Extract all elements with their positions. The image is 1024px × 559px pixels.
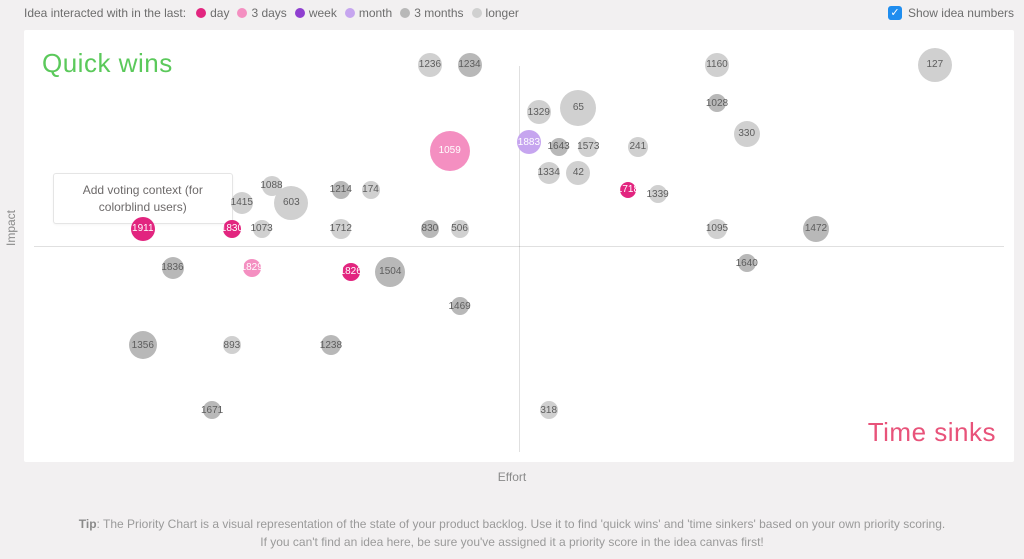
vertical-divider <box>519 66 520 452</box>
legend-item[interactable]: 3 months <box>400 6 463 20</box>
tip-line-1: : The Priority Chart is a visual represe… <box>97 517 946 531</box>
priority-chart[interactable]: Quick wins Time sinks Add voting context… <box>24 30 1014 462</box>
show-idea-numbers-label: Show idea numbers <box>908 6 1014 20</box>
idea-bubble[interactable]: 1339 <box>649 185 667 203</box>
idea-bubble[interactable]: 506 <box>451 220 469 238</box>
idea-bubble[interactable]: 1671 <box>203 401 221 419</box>
idea-bubble[interactable]: 1356 <box>129 331 157 359</box>
idea-bubble[interactable]: 1028 <box>708 94 726 112</box>
idea-bubble[interactable]: 1214 <box>332 181 350 199</box>
legend-intro: Idea interacted with in the last: <box>24 6 186 20</box>
quadrant-time-sinks: Time sinks <box>868 417 996 448</box>
idea-bubble[interactable]: 1329 <box>527 100 551 124</box>
quadrant-quick-wins: Quick wins <box>42 48 173 79</box>
idea-bubble[interactable]: 1073 <box>253 220 271 238</box>
legend-label: day <box>210 6 229 20</box>
idea-bubble[interactable]: 1830 <box>223 220 241 238</box>
idea-bubble[interactable]: 318 <box>540 401 558 419</box>
idea-bubble[interactable]: 1415 <box>231 192 253 214</box>
idea-bubble[interactable]: 1643 <box>550 138 568 156</box>
idea-bubble[interactable]: 1334 <box>538 162 560 184</box>
tip-line-2: If you can't find an idea here, be sure … <box>260 535 764 549</box>
idea-bubble[interactable]: 830 <box>421 220 439 238</box>
idea-bubble[interactable]: 1911 <box>131 217 155 241</box>
y-axis-label: Impact <box>4 210 18 246</box>
idea-bubble[interactable]: 1095 <box>707 219 727 239</box>
show-idea-numbers-toggle[interactable]: ✓ Show idea numbers <box>888 6 1014 20</box>
idea-bubble[interactable]: 1826 <box>342 263 360 281</box>
idea-bubble[interactable]: 1836 <box>162 257 184 279</box>
idea-bubble[interactable]: 603 <box>274 186 308 220</box>
x-axis-label: Effort <box>0 470 1024 484</box>
idea-bubble[interactable]: 1829 <box>243 259 261 277</box>
legend-dot-icon <box>400 8 410 18</box>
idea-bubble[interactable]: 174 <box>362 181 380 199</box>
idea-bubble[interactable]: 1160 <box>705 53 729 77</box>
legend-label: 3 days <box>251 6 286 20</box>
legend-label: week <box>309 6 337 20</box>
legend-item[interactable]: day <box>196 6 229 20</box>
idea-bubble[interactable]: 1472 <box>803 216 829 242</box>
idea-bubble[interactable]: 893 <box>223 336 241 354</box>
legend-dot-icon <box>237 8 247 18</box>
idea-bubble[interactable]: 1712 <box>331 219 351 239</box>
top-bar: Idea interacted with in the last: day 3 d… <box>0 0 1024 26</box>
legend-item[interactable]: 3 days <box>237 6 286 20</box>
tip-label: Tip <box>79 517 97 531</box>
legend-item[interactable]: week <box>295 6 337 20</box>
legend-label: longer <box>486 6 519 20</box>
legend-dot-icon <box>345 8 355 18</box>
idea-bubble[interactable]: 330 <box>734 121 760 147</box>
legend-item[interactable]: month <box>345 6 392 20</box>
idea-bubble[interactable]: 1059 <box>430 131 470 171</box>
legend-dot-icon <box>295 8 305 18</box>
idea-bubble[interactable]: 65 <box>560 90 596 126</box>
priority-chart-root: Idea interacted with in the last: day 3 d… <box>0 0 1024 559</box>
legend-label: 3 months <box>414 6 463 20</box>
idea-bubble[interactable]: 1236 <box>418 53 442 77</box>
idea-bubble[interactable]: 42 <box>566 161 590 185</box>
legend: Idea interacted with in the last: day 3 d… <box>24 6 527 20</box>
legend-label: month <box>359 6 392 20</box>
idea-bubble[interactable]: 1238 <box>321 335 341 355</box>
idea-bubble[interactable]: 1718 <box>620 182 636 198</box>
tip-text: Tip: The Priority Chart is a visual repr… <box>0 515 1024 551</box>
idea-bubble[interactable]: 1234 <box>458 53 482 77</box>
legend-item[interactable]: longer <box>472 6 519 20</box>
legend-dot-icon <box>196 8 206 18</box>
idea-bubble[interactable]: 1573 <box>578 137 598 157</box>
legend-dot-icon <box>472 8 482 18</box>
idea-bubble[interactable]: 241 <box>628 137 648 157</box>
idea-bubble[interactable]: 1640 <box>738 254 756 272</box>
idea-bubble[interactable]: 1883 <box>517 130 541 154</box>
idea-bubble[interactable]: 127 <box>918 48 952 82</box>
idea-bubble[interactable]: 1504 <box>375 257 405 287</box>
checkbox-icon[interactable]: ✓ <box>888 6 902 20</box>
idea-bubble[interactable]: 1469 <box>451 297 469 315</box>
horizontal-divider <box>34 246 1004 247</box>
